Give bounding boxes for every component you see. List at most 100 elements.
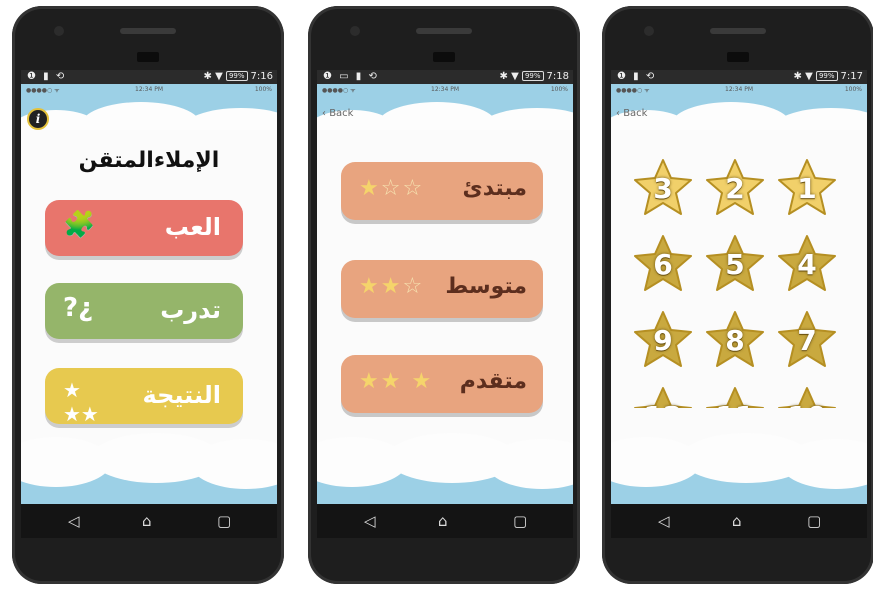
clock: 7:16 <box>250 71 273 82</box>
nav-home-icon[interactable]: ⌂ <box>438 513 448 529</box>
stage-number: 3 <box>653 172 673 205</box>
level-label: متوسط <box>445 274 527 299</box>
level-beginner-button[interactable]: ★☆☆ مبتدئ <box>341 162 543 220</box>
bluetooth-icon: ✱ <box>203 71 212 82</box>
nav-recent-icon[interactable]: ▢ <box>217 513 231 529</box>
stage-star-button[interactable]: 5 <box>703 232 767 296</box>
level-stars: ★☆☆ <box>359 176 425 201</box>
level-stars: ★★ ★ <box>359 369 434 394</box>
nav-back-icon[interactable]: ◁ <box>658 513 670 529</box>
app-battery: 100% <box>254 86 272 93</box>
stage-star-button[interactable]: 3 <box>631 156 695 220</box>
bluetooth-icon: ✱ <box>793 71 802 82</box>
nav-recent-icon[interactable]: ▢ <box>513 513 527 529</box>
front-camera <box>350 26 360 36</box>
app-status-line: ●●●●○ ᯤ 12:34 PM 100% <box>611 86 867 95</box>
stage-number: 7 <box>797 324 817 357</box>
stage-number: 8 <box>725 324 745 357</box>
speaker-grille <box>416 28 472 34</box>
app-title: الإملاءالمتقن <box>78 148 220 173</box>
stage-number: 2 <box>725 172 745 205</box>
level-label: مبتدئ <box>462 176 527 201</box>
front-camera <box>644 26 654 36</box>
android-nav-bar: ◁ ⌂ ▢ <box>21 504 277 538</box>
battery-icon: 99% <box>225 71 248 81</box>
stage-grid: 123456789101112 <box>625 156 853 408</box>
puzzle-icon: 🧩 <box>63 210 96 240</box>
status-icons-left: ❶ ▮ ⟲ <box>617 71 657 82</box>
level-stars: ★★☆ <box>359 274 425 299</box>
clock: 7:17 <box>840 71 863 82</box>
stage-star-button[interactable]: 1 <box>775 156 839 220</box>
stage-number: 11 <box>703 400 767 408</box>
app-status-line: ●●●●○ ᯤ 12:34 PM 100% <box>317 86 573 95</box>
screen-levels: ❶ ▭ ▮ ⟲ ✱ ▼ 99% 7:18 ●●●●○ ᯤ 12:34 PM 100… <box>317 70 573 505</box>
info-button[interactable]: i <box>27 108 49 130</box>
nav-home-icon[interactable]: ⌂ <box>732 513 742 529</box>
stage-star-button[interactable]: 7 <box>775 308 839 372</box>
app-time: 12:34 PM <box>135 86 163 93</box>
chevron-left-icon: ‹ <box>616 108 620 119</box>
screen-home: ❶ ▮ ⟲ ✱ ▼ 99% 7:16 ●●●●○ ᯤ 12:34 PM 100% … <box>21 70 277 505</box>
status-icons-left: ❶ ▮ ⟲ <box>27 71 67 82</box>
front-camera <box>54 26 64 36</box>
sensor <box>433 52 455 62</box>
phone-levels: ❶ ▭ ▮ ⟲ ✱ ▼ 99% 7:18 ●●●●○ ᯤ 12:34 PM 100… <box>308 6 580 584</box>
result-button[interactable]: ★ ★★ النتيجة <box>45 368 243 426</box>
play-label: العب <box>164 213 221 241</box>
wifi-icon: ▼ <box>511 71 519 82</box>
android-status-bar: ❶ ▮ ⟲ ✱ ▼ 99% 7:16 <box>21 70 277 84</box>
nav-home-icon[interactable]: ⌂ <box>142 513 152 529</box>
nav-recent-icon[interactable]: ▢ <box>807 513 821 529</box>
question-icon: ?¿ <box>63 293 94 323</box>
app-battery: 100% <box>550 86 568 93</box>
app-time: 12:34 PM <box>431 86 459 93</box>
play-button[interactable]: 🧩 العب <box>45 200 243 256</box>
speaker-grille <box>120 28 176 34</box>
screen-stages: ❶ ▮ ⟲ ✱ ▼ 99% 7:17 ●●●●○ ᯤ 12:34 PM 100% … <box>611 70 867 505</box>
battery-icon: 99% <box>521 71 544 81</box>
bluetooth-icon: ✱ <box>499 71 508 82</box>
app-status-line: ●●●●○ ᯤ 12:34 PM 100% <box>21 86 277 95</box>
android-nav-bar: ◁ ⌂ ▢ <box>317 504 573 538</box>
stage-number: 5 <box>725 248 745 281</box>
stage-star-button[interactable]: 12 <box>631 384 695 408</box>
stage-star-button[interactable]: 11 <box>703 384 767 408</box>
android-status-bar: ❶ ▮ ⟲ ✱ ▼ 99% 7:17 <box>611 70 867 84</box>
stage-star-button[interactable]: 2 <box>703 156 767 220</box>
stage-number: 10 <box>775 400 839 408</box>
stage-number: 4 <box>797 248 817 281</box>
android-nav-bar: ◁ ⌂ ▢ <box>611 504 867 538</box>
nav-back-icon[interactable]: ◁ <box>364 513 376 529</box>
stage-star-button[interactable]: 10 <box>775 384 839 408</box>
battery-icon: 99% <box>815 71 838 81</box>
app-battery: 100% <box>844 86 862 93</box>
phone-stages: ❶ ▮ ⟲ ✱ ▼ 99% 7:17 ●●●●○ ᯤ 12:34 PM 100% … <box>602 6 873 584</box>
level-label: متقدم <box>459 369 527 394</box>
sensor <box>137 52 159 62</box>
stage-number: 6 <box>653 248 673 281</box>
stars-icon: ★ ★★ <box>63 378 99 426</box>
nav-back-icon[interactable]: ◁ <box>68 513 80 529</box>
sensor <box>727 52 749 62</box>
stage-star-button[interactable]: 8 <box>703 308 767 372</box>
chevron-left-icon: ‹ <box>322 108 326 119</box>
wifi-icon: ▼ <box>805 71 813 82</box>
level-advanced-button[interactable]: ★★ ★ متقدم <box>341 355 543 413</box>
practice-button[interactable]: ?¿ تدرب <box>45 283 243 339</box>
level-intermediate-button[interactable]: ★★☆ متوسط <box>341 260 543 318</box>
stage-star-button[interactable]: 6 <box>631 232 695 296</box>
clock: 7:18 <box>546 71 569 82</box>
stage-star-button[interactable]: 9 <box>631 308 695 372</box>
stage-number: 12 <box>631 400 695 408</box>
phone-home: ❶ ▮ ⟲ ✱ ▼ 99% 7:16 ●●●●○ ᯤ 12:34 PM 100% … <box>12 6 284 584</box>
result-label: النتيجة <box>142 381 221 409</box>
stage-star-button[interactable]: 4 <box>775 232 839 296</box>
back-button[interactable]: ‹ Back <box>322 108 353 119</box>
practice-label: تدرب <box>160 296 221 324</box>
stage-number: 9 <box>653 324 673 357</box>
wifi-icon: ▼ <box>215 71 223 82</box>
android-status-bar: ❶ ▭ ▮ ⟲ ✱ ▼ 99% 7:18 <box>317 70 573 84</box>
status-icons-left: ❶ ▭ ▮ ⟲ <box>323 71 379 82</box>
back-button[interactable]: ‹ Back <box>616 108 647 119</box>
